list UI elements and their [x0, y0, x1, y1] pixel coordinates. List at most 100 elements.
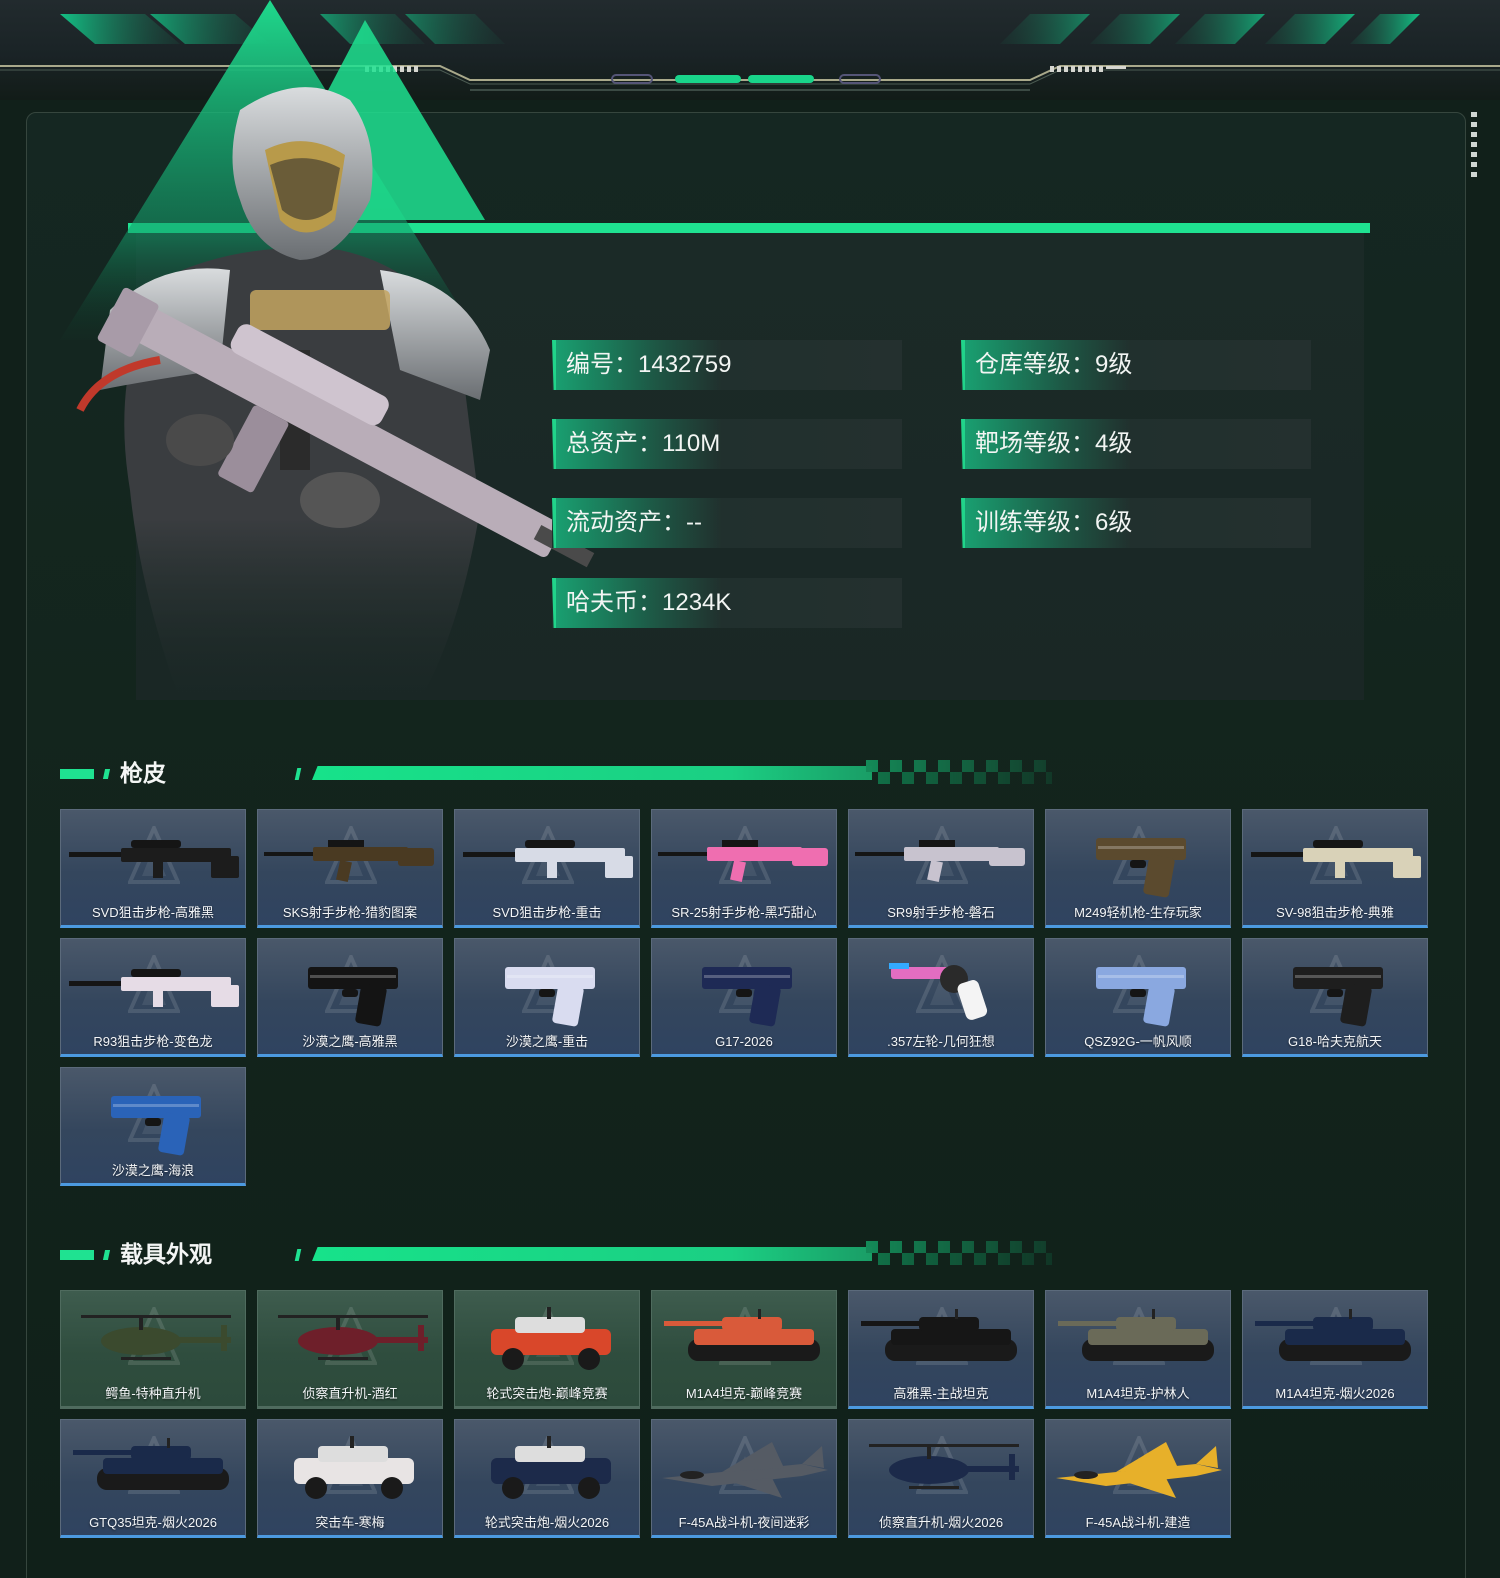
marksman-rifle-icon — [855, 840, 1025, 883]
weapon-skin-tile[interactable]: R93狙击步枪-变色龙 — [60, 938, 246, 1057]
weapon-skin-tile-label: QSZ92G-一帆风顺 — [1084, 1034, 1192, 1049]
profile-page: 编号：1432759 总资产：110M 流动资产：-- 哈夫币：1234K 仓库… — [0, 0, 1500, 1578]
vehicle-skin-tile[interactable]: 侦察直升机-酒红 — [257, 1290, 443, 1409]
weapon-skins-header: 枪皮 — [60, 756, 1060, 796]
stat-liquid-assets: 流动资产：-- — [552, 498, 902, 548]
armored-car-icon — [294, 1436, 414, 1499]
weapon-skin-tile[interactable]: 沙漠之鹰-重击 — [454, 938, 640, 1057]
weapon-skin-tile-label: .357左轮-几何狂想 — [887, 1034, 995, 1049]
vehicle-skin-tile[interactable]: 突击车-寒梅 — [257, 1419, 443, 1538]
revolver-icon — [889, 963, 988, 1020]
scroll-indicator[interactable] — [1471, 112, 1477, 182]
weapon-skin-tile-label: R93狙击步枪-变色龙 — [93, 1034, 213, 1049]
stat-warehouse-level-text: 仓库等级：9级 — [975, 351, 1133, 378]
vehicle-skin-tile[interactable]: GTQ35坦克-烟火2026 — [60, 1419, 246, 1538]
vehicle-skin-tile[interactable]: 轮式突击炮-巅峰竞赛 — [454, 1290, 640, 1409]
sniper-rifle-icon — [69, 969, 239, 1007]
pistol-icon — [111, 1096, 201, 1156]
weapon-skin-tile[interactable]: QSZ92G-一帆风顺 — [1045, 938, 1231, 1057]
vehicle-skins-header: 载具外观 — [60, 1237, 1060, 1277]
weapon-skin-tile-label: G17-2026 — [715, 1034, 773, 1049]
vehicle-skin-tile-label: M1A4坦克-护林人 — [1086, 1386, 1190, 1401]
weapon-skin-tile-label: G18-哈夫克航天 — [1288, 1034, 1382, 1049]
stat-liquid-assets-text: 流动资产：-- — [566, 509, 702, 536]
pistol-icon — [308, 967, 398, 1027]
pistol-icon — [702, 967, 792, 1027]
tank-icon — [861, 1309, 1017, 1361]
sniper-rifle-icon — [463, 840, 633, 878]
vehicle-skin-tile[interactable]: 轮式突击炮-烟火2026 — [454, 1419, 640, 1538]
weapon-skin-tile-label: SR9射手步枪-磐石 — [887, 905, 995, 920]
tank-icon — [1255, 1309, 1411, 1361]
marksman-rifle-icon — [658, 840, 828, 883]
helicopter-icon — [81, 1315, 231, 1360]
vehicle-skin-tile[interactable]: F-45A战斗机-夜间迷彩 — [651, 1419, 837, 1538]
weapon-skin-tile[interactable]: 沙漠之鹰-高雅黑 — [257, 938, 443, 1057]
weapon-skins-title: 枪皮 — [120, 760, 166, 786]
vehicle-skins-title: 载具外观 — [120, 1241, 212, 1267]
helicopter-icon — [278, 1315, 428, 1360]
pistol-icon — [1293, 967, 1383, 1027]
vehicle-skin-tile-label: F-45A战斗机-建造 — [1085, 1515, 1191, 1530]
vehicle-skin-tile-label: M1A4坦克-巅峰竞赛 — [685, 1386, 803, 1401]
weapon-skin-tile[interactable]: SVD狙击步枪-重击 — [454, 809, 640, 928]
stat-warehouse-level: 仓库等级：9级 — [961, 340, 1311, 390]
vehicle-skin-tile[interactable]: F-45A战斗机-建造 — [1045, 1419, 1231, 1538]
vehicle-skin-tile-label: 高雅黑-主战坦克 — [893, 1386, 989, 1401]
stat-id-number: 编号：1432759 — [552, 340, 902, 390]
vehicle-skin-tile-label: 突击车-寒梅 — [315, 1515, 385, 1530]
sniper-rifle-icon — [1251, 840, 1421, 878]
sniper-rifle-icon — [69, 840, 239, 878]
vehicle-skin-tile-label: M1A4坦克-烟火2026 — [1275, 1386, 1395, 1401]
tank-icon — [73, 1438, 229, 1490]
weapon-skin-tile-label: SKS射手步枪-猎豹图案 — [282, 905, 418, 920]
fighter-jet-icon — [1056, 1442, 1222, 1498]
tank-icon — [664, 1309, 820, 1361]
weapon-skin-tile-label: 沙漠之鹰-海浪 — [111, 1163, 195, 1178]
armored-car-icon — [491, 1436, 611, 1499]
vehicle-skin-tile-label: 鳄鱼-特种直升机 — [105, 1386, 201, 1401]
vehicle-skin-tile-label: 轮式突击炮-巅峰竞赛 — [486, 1386, 608, 1401]
tank-icon — [1058, 1309, 1214, 1361]
helicopter-icon — [869, 1444, 1019, 1489]
stat-training-level-text: 训练等级：6级 — [975, 509, 1133, 536]
vehicle-skin-tile[interactable]: 鳄鱼-特种直升机 — [60, 1290, 246, 1409]
weapon-skin-tile[interactable]: SVD狙击步枪-高雅黑 — [60, 809, 246, 928]
pistol-icon — [505, 967, 595, 1027]
weapon-skin-tile[interactable]: SV-98狙击步枪-典雅 — [1242, 809, 1428, 928]
stat-total-assets-text: 总资产：110M — [566, 430, 721, 457]
vehicle-skin-tile[interactable]: 高雅黑-主战坦克 — [848, 1290, 1034, 1409]
stat-total-assets: 总资产：110M — [552, 419, 902, 469]
weapon-skin-tile-label: 沙漠之鹰-重击 — [505, 1034, 589, 1049]
stat-range-level: 靶场等级：4级 — [961, 419, 1311, 469]
armored-car-icon — [491, 1307, 611, 1370]
stat-havoc-coins-text: 哈夫币：1234K — [566, 589, 732, 616]
vehicle-skin-tile-label: 侦察直升机-烟火2026 — [878, 1515, 1004, 1530]
weapon-skin-tile[interactable]: 沙漠之鹰-海浪 — [60, 1067, 246, 1186]
vehicle-skin-tile[interactable]: 侦察直升机-烟火2026 — [848, 1419, 1034, 1538]
vehicle-skin-tile-label: 侦察直升机-酒红 — [302, 1386, 398, 1401]
stat-id-number-text: 编号：1432759 — [566, 351, 732, 378]
stat-training-level: 训练等级：6级 — [961, 498, 1311, 548]
vehicle-skin-tile[interactable]: M1A4坦克-烟火2026 — [1242, 1290, 1428, 1409]
weapon-skin-tile[interactable]: .357左轮-几何狂想 — [848, 938, 1034, 1057]
weapon-skin-tile-label: SVD狙击步枪-高雅黑 — [91, 905, 215, 920]
stat-range-level-text: 靶场等级：4级 — [975, 430, 1133, 457]
marksman-rifle-icon — [264, 840, 434, 883]
weapon-skin-tile-label: SVD狙击步枪-重击 — [492, 905, 602, 920]
weapon-skin-tile-label: M249轻机枪-生存玩家 — [1074, 905, 1202, 920]
weapon-skin-tile[interactable]: G18-哈夫克航天 — [1242, 938, 1428, 1057]
vehicle-skin-tile[interactable]: M1A4坦克-巅峰竞赛 — [651, 1290, 837, 1409]
weapon-skin-tile[interactable]: SKS射手步枪-猎豹图案 — [257, 809, 443, 928]
operator-avatar — [76, 87, 595, 700]
weapon-skin-tile-label: SR-25射手步枪-黑巧甜心 — [671, 905, 817, 920]
weapon-skin-tile[interactable]: SR-25射手步枪-黑巧甜心 — [651, 809, 837, 928]
pistol-icon — [1096, 967, 1186, 1027]
vehicle-skin-tile-label: F-45A战斗机-夜间迷彩 — [678, 1515, 810, 1530]
stat-havoc-coins: 哈夫币：1234K — [552, 578, 902, 628]
weapon-skin-tile[interactable]: SR9射手步枪-磐石 — [848, 809, 1034, 928]
vehicle-skin-tile[interactable]: M1A4坦克-护林人 — [1045, 1290, 1231, 1409]
weapon-skin-tile-label: 沙漠之鹰-高雅黑 — [302, 1034, 398, 1049]
weapon-skin-tile[interactable]: M249轻机枪-生存玩家 — [1045, 809, 1231, 928]
weapon-skin-tile[interactable]: G17-2026 — [651, 938, 837, 1057]
